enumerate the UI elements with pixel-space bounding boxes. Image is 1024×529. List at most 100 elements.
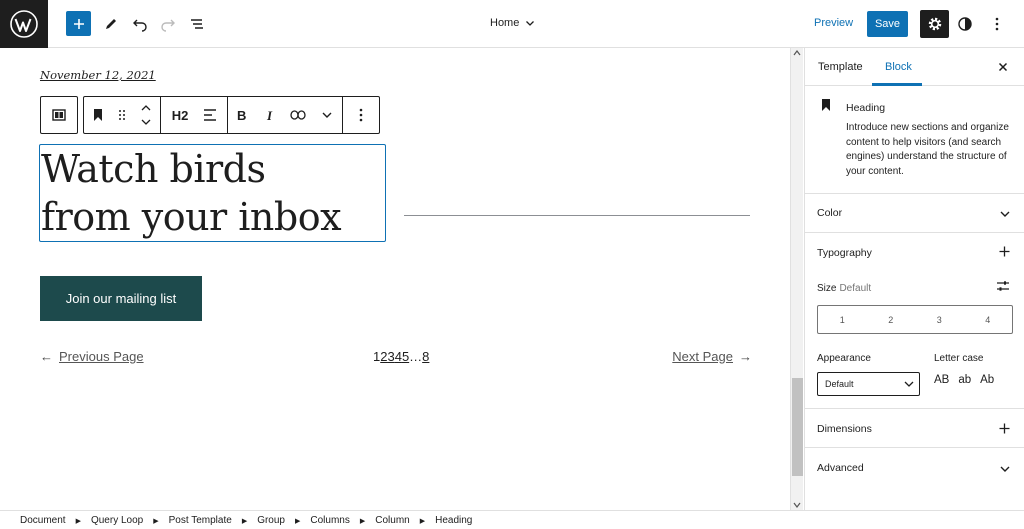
tools-edit-icon[interactable] — [97, 10, 125, 38]
dimensions-panel-title: Dimensions — [817, 423, 872, 435]
breadcrumb-item[interactable]: Column — [375, 515, 409, 526]
breadcrumb-separator-icon: ▶ — [241, 517, 248, 525]
settings-gear-icon[interactable] — [920, 10, 949, 38]
tab-block[interactable]: Block — [885, 61, 912, 73]
plus-icon[interactable] — [999, 246, 1010, 257]
font-size-label-text: Size — [817, 283, 837, 294]
add-block-button[interactable] — [66, 11, 91, 36]
query-pagination: ← Previous Page 1 2 3 4 5 … 8 Next Page … — [40, 349, 752, 369]
appearance-label: Appearance — [817, 353, 871, 364]
scroll-up-icon[interactable] — [793, 50, 801, 56]
color-panel[interactable]: Color — [805, 194, 1024, 233]
block-card: Heading Introduce new sections and organ… — [805, 86, 1024, 194]
breadcrumb: Document ▶ Query Loop ▶ Post Template ▶ … — [20, 515, 472, 526]
wordpress-logo-icon[interactable] — [0, 0, 48, 48]
color-panel-title: Color — [817, 207, 843, 219]
dimensions-panel: Dimensions — [805, 409, 1024, 448]
block-controls-group: H2 B I — [83, 96, 380, 134]
italic-icon[interactable]: I — [256, 97, 284, 133]
breadcrumb-separator-icon: ▶ — [295, 517, 301, 525]
font-size-option[interactable]: 4 — [964, 306, 1013, 333]
chevron-down-icon[interactable] — [1000, 210, 1010, 218]
bold-icon[interactable]: B — [228, 97, 256, 133]
previous-page-link[interactable]: ← Previous Page — [40, 349, 144, 364]
scrollbar-thumb[interactable] — [792, 378, 803, 476]
canvas-scrollbar[interactable] — [790, 48, 803, 510]
list-view-icon[interactable] — [183, 10, 211, 38]
document-title: Home — [490, 17, 520, 29]
undo-icon[interactable] — [126, 10, 154, 38]
document-title-dropdown[interactable]: Home — [490, 17, 535, 29]
next-page-link[interactable]: Next Page → — [672, 349, 752, 364]
page-number[interactable]: 5 — [402, 349, 409, 364]
breadcrumb-item[interactable]: Document — [20, 515, 66, 526]
breadcrumb-item[interactable]: Post Template — [169, 515, 232, 526]
breadcrumb-separator-icon: ▶ — [359, 517, 366, 525]
next-page-label: Next Page — [672, 349, 733, 364]
tab-template[interactable]: Template — [818, 61, 863, 73]
heading-line-1: Watch birds — [41, 147, 266, 191]
custom-size-settings-icon[interactable] — [996, 279, 1010, 293]
letter-case-capitalize[interactable]: Ab — [980, 374, 994, 386]
breadcrumb-item[interactable]: Group — [257, 515, 285, 526]
move-up-down-icon[interactable] — [132, 97, 160, 133]
preview-button[interactable]: Preview — [814, 17, 853, 29]
breadcrumb-item[interactable]: Columns — [310, 515, 349, 526]
block-card-title: Heading — [846, 102, 886, 114]
chevron-down-icon — [526, 21, 535, 26]
options-more-icon[interactable] — [983, 10, 1011, 38]
advanced-panel-title: Advanced — [817, 462, 864, 474]
block-options-icon[interactable] — [343, 97, 379, 133]
join-mailing-list-button[interactable]: Join our mailing list — [40, 276, 202, 321]
page-number[interactable]: 4 — [395, 349, 402, 364]
align-text-icon[interactable] — [199, 97, 221, 133]
block-toolbar: H2 B I — [40, 96, 380, 134]
parent-block-button[interactable] — [40, 96, 78, 134]
svg-text:I: I — [266, 109, 273, 121]
separator-block[interactable] — [404, 215, 750, 216]
appearance-select[interactable]: Default — [817, 372, 920, 396]
bookmark-icon — [822, 99, 830, 111]
block-card-description: Introduce new sections and organize cont… — [846, 122, 1009, 177]
advanced-panel[interactable]: Advanced — [805, 448, 1024, 488]
more-rich-text-chevron-icon[interactable] — [312, 97, 342, 133]
previous-page-label: Previous Page — [59, 349, 144, 364]
sidebar-tabs: Template Block — [805, 48, 1024, 86]
letter-case-uppercase[interactable]: AB — [934, 374, 949, 386]
close-icon[interactable] — [998, 62, 1008, 72]
link-icon[interactable] — [284, 97, 312, 133]
letter-case-lowercase[interactable]: ab — [958, 374, 971, 386]
page-number-last[interactable]: 8 — [422, 349, 429, 364]
font-size-option[interactable]: 3 — [915, 306, 964, 333]
plus-icon[interactable] — [999, 423, 1010, 434]
heading-text[interactable]: Watch birds from your inbox — [41, 145, 385, 241]
font-size-label: Size Default — [817, 283, 871, 294]
letter-case-label: Letter case — [934, 353, 984, 364]
columns-icon — [52, 109, 66, 121]
block-breadcrumb-bar: Document ▶ Query Loop ▶ Post Template ▶ … — [0, 510, 1024, 529]
letter-case-options: AB ab Ab — [934, 374, 994, 386]
arrow-right-icon: → — [739, 349, 752, 364]
font-size-option[interactable]: 1 — [818, 306, 867, 333]
breadcrumb-item[interactable]: Query Loop — [91, 515, 143, 526]
chevron-down-icon[interactable] — [1000, 465, 1010, 473]
page-numbers: 1 2 3 4 5 … 8 — [373, 349, 429, 364]
editor-canvas: November 12, 2021 H2 B I Watch birds fro… — [0, 48, 790, 510]
styles-contrast-icon[interactable] — [951, 10, 979, 38]
typography-panel: Typography Size Default 1 2 3 4 Appearanc… — [805, 233, 1024, 409]
font-size-option[interactable]: 2 — [867, 306, 916, 333]
page-number[interactable]: 3 — [387, 349, 394, 364]
editor-header: Home Preview Save — [0, 0, 1024, 48]
appearance-select-value: Default — [825, 379, 854, 389]
page-number-current: 1 — [373, 349, 381, 364]
heading-block[interactable]: Watch birds from your inbox — [39, 144, 386, 242]
page-number[interactable]: 2 — [380, 349, 387, 364]
post-date[interactable]: November 12, 2021 — [40, 68, 156, 82]
heading-level-button[interactable]: H2 — [161, 97, 199, 133]
scroll-down-icon[interactable] — [793, 502, 801, 508]
bookmark-icon[interactable] — [84, 97, 112, 133]
redo-icon[interactable] — [154, 10, 182, 38]
typography-panel-title: Typography — [817, 247, 872, 259]
save-button[interactable]: Save — [867, 11, 908, 37]
drag-handle-icon[interactable] — [112, 97, 132, 133]
